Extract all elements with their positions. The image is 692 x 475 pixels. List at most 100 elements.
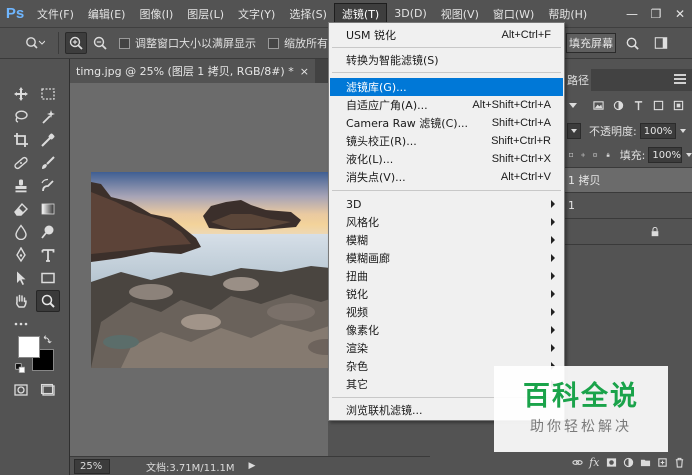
background-layer-row[interactable] — [565, 219, 692, 245]
shape-filter-icon[interactable] — [653, 100, 664, 111]
adjustment-filter-icon[interactable] — [613, 100, 624, 111]
canvas-area[interactable] — [70, 83, 328, 456]
tab-paths[interactable]: 路径 — [565, 69, 591, 91]
path-selection-tool[interactable] — [9, 267, 33, 289]
chevron-down-icon[interactable] — [679, 129, 686, 133]
menu-item-video[interactable]: 视频 — [330, 303, 563, 321]
lock-artboard-icon[interactable] — [593, 150, 598, 160]
submenu-arrow-icon — [551, 344, 555, 352]
image-filter-icon[interactable] — [593, 100, 604, 111]
workspace-button[interactable] — [650, 33, 672, 53]
menu-item-liquify[interactable]: 液化(L)... Shift+Ctrl+X — [330, 150, 563, 168]
default-colors-button[interactable] — [13, 361, 27, 375]
eyedropper-tool[interactable] — [36, 129, 60, 151]
zoom-level-field[interactable]: 25% — [74, 458, 110, 474]
dodge-tool[interactable] — [36, 221, 60, 243]
menu-separator — [332, 47, 561, 48]
menu-item-blur[interactable]: 模糊 — [330, 231, 563, 249]
new-group-icon[interactable] — [640, 457, 651, 468]
lock-all-icon[interactable] — [606, 150, 610, 160]
search-button[interactable] — [620, 33, 644, 53]
fill-screen-button[interactable]: 填充屏幕 — [566, 33, 616, 53]
crop-tool[interactable] — [9, 129, 33, 151]
zoom-in-button[interactable] — [65, 32, 87, 54]
layer-item[interactable]: 1 — [565, 193, 692, 219]
menu-type[interactable]: 文字(Y) — [231, 3, 282, 25]
menu-layer[interactable]: 图层(L) — [180, 3, 231, 25]
panel-menu-icon[interactable] — [674, 74, 686, 84]
more-tools[interactable] — [9, 313, 33, 335]
foreground-color-swatch[interactable] — [18, 336, 40, 358]
layer-mask-icon[interactable] — [606, 457, 617, 468]
type-filter-icon[interactable] — [633, 100, 644, 111]
adjustment-layer-icon[interactable] — [623, 457, 634, 468]
menu-item-pixelate[interactable]: 像素化 — [330, 321, 563, 339]
menu-item-sharpen[interactable]: 锐化 — [330, 285, 563, 303]
menu-item-distort[interactable]: 扭曲 — [330, 267, 563, 285]
clone-stamp-tool[interactable] — [9, 175, 33, 197]
filter-dropdown-icon[interactable] — [569, 102, 577, 108]
menu-item-camera-raw-filter[interactable]: Camera Raw 滤镜(C)... Shift+Ctrl+A — [330, 114, 563, 132]
fill-input[interactable]: 100% — [648, 147, 682, 163]
menu-item-filter-gallery[interactable]: 滤镜库(G)... — [330, 78, 563, 96]
layer-item[interactable]: 1 拷贝 — [565, 167, 692, 193]
lock-position-icon[interactable] — [581, 150, 586, 160]
pen-tool[interactable] — [9, 244, 33, 266]
tool-preset-picker[interactable] — [18, 32, 52, 54]
type-tool[interactable] — [36, 244, 60, 266]
quick-selection-tool[interactable] — [36, 106, 60, 128]
watermark-title: 百科全说 — [523, 381, 639, 412]
zoom-tool[interactable] — [36, 290, 60, 312]
menu-item-vanishing-point[interactable]: 消失点(V)... Alt+Ctrl+V — [330, 168, 563, 186]
marquee-tool[interactable] — [36, 83, 60, 105]
menu-item-render[interactable]: 渲染 — [330, 339, 563, 357]
restore-button[interactable]: ❐ — [644, 0, 668, 27]
link-layers-icon[interactable] — [572, 457, 583, 468]
menu-item-unsharp-mask[interactable]: USM 锐化 Alt+Ctrl+F — [330, 26, 563, 44]
zoom-all-checkbox[interactable]: 缩放所有 — [268, 35, 328, 51]
document-tab[interactable]: timg.jpg @ 25% (图层 1 拷贝, RGB/8#) * × — [70, 59, 315, 83]
menu-item-lens-correction[interactable]: 镜头校正(R)... Shift+Ctrl+R — [330, 132, 563, 150]
smart-object-filter-icon[interactable] — [673, 100, 684, 111]
swap-arrows-icon — [43, 334, 52, 343]
screen-mode-button[interactable] — [36, 379, 60, 401]
submenu-arrow-icon — [551, 308, 555, 316]
submenu-arrow-icon — [551, 218, 555, 226]
filter-menu: USM 锐化 Alt+Ctrl+F 转换为智能滤镜(S) 滤镜库(G)... 自… — [328, 22, 565, 421]
quick-mask-button[interactable] — [9, 379, 33, 401]
menu-item-convert-smart-filters[interactable]: 转换为智能滤镜(S) — [330, 51, 563, 69]
menu-image[interactable]: 图像(I) — [132, 3, 180, 25]
move-tool[interactable] — [9, 83, 33, 105]
hand-tool[interactable] — [9, 290, 33, 312]
lasso-tool[interactable] — [9, 106, 33, 128]
menu-file[interactable]: 文件(F) — [30, 3, 81, 25]
close-tab-icon[interactable]: × — [300, 65, 309, 78]
rectangle-tool[interactable] — [36, 267, 60, 289]
history-brush-tool[interactable] — [36, 175, 60, 197]
gradient-tool[interactable] — [36, 198, 60, 220]
minimize-button[interactable]: — — [620, 0, 644, 27]
menu-item-3d[interactable]: 3D — [330, 195, 563, 213]
menu-edit[interactable]: 编辑(E) — [81, 3, 133, 25]
blur-tool[interactable] — [9, 221, 33, 243]
menu-item-stylize[interactable]: 风格化 — [330, 213, 563, 231]
fx-icon[interactable]: fx — [589, 456, 599, 469]
resize-windows-checkbox[interactable]: 调整窗口大小以满屏显示 — [119, 35, 256, 51]
menu-item-adaptive-wide-angle[interactable]: 自适应广角(A)... Alt+Shift+Ctrl+A — [330, 96, 563, 114]
lock-pixels-icon[interactable] — [569, 150, 574, 160]
menu-item-blur-gallery[interactable]: 模糊画廊 — [330, 249, 563, 267]
opacity-input[interactable]: 100% — [639, 123, 676, 139]
eraser-tool[interactable] — [9, 198, 33, 220]
status-menu-arrow[interactable]: ▶ — [249, 461, 256, 471]
zoom-out-button[interactable] — [89, 32, 111, 54]
blend-mode-dropdown[interactable] — [567, 123, 581, 139]
chevron-down-icon[interactable] — [686, 153, 692, 157]
swap-colors-button[interactable] — [40, 332, 54, 346]
new-layer-icon[interactable] — [657, 457, 668, 468]
trash-icon[interactable] — [674, 457, 685, 468]
eyedropper-icon — [41, 133, 55, 147]
brush-tool[interactable] — [36, 152, 60, 174]
healing-brush-tool[interactable] — [9, 152, 33, 174]
menu-select[interactable]: 选择(S) — [282, 3, 334, 25]
close-button[interactable]: ✕ — [668, 0, 692, 27]
